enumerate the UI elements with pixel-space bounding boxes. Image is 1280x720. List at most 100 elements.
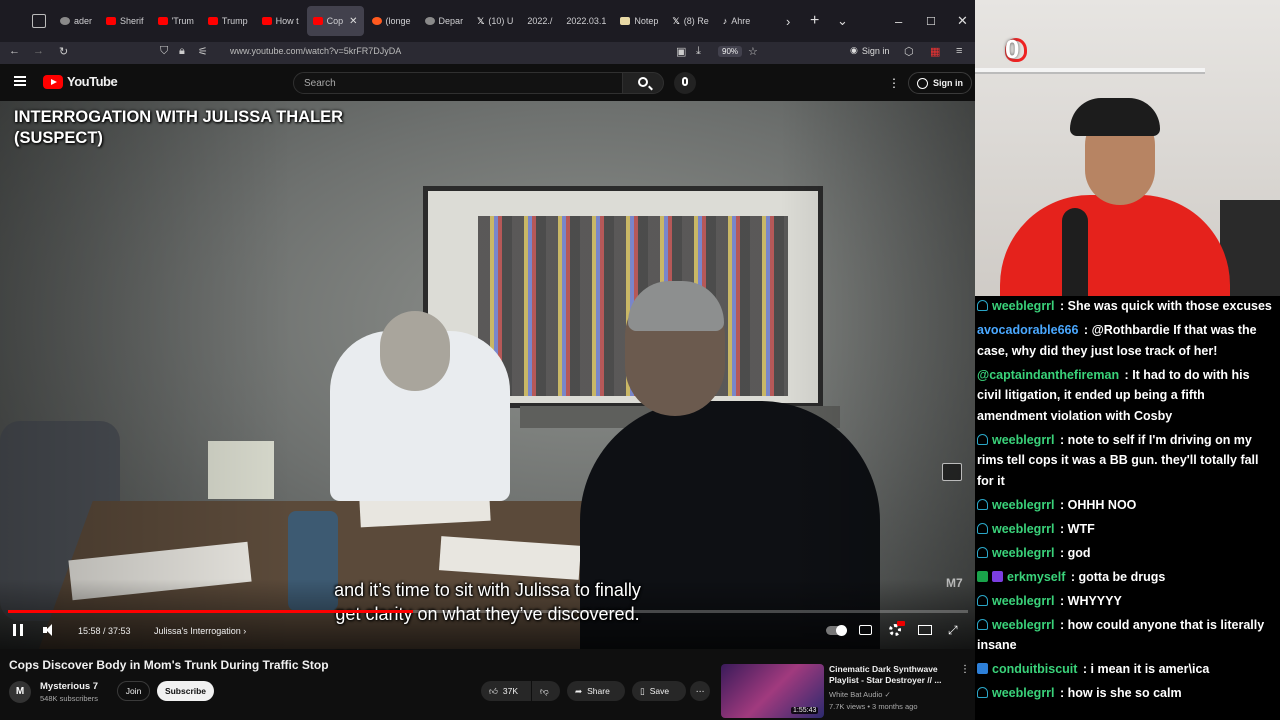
progress-bar[interactable] [8,610,968,613]
user-badge-icon [977,522,988,534]
user-badge-icon [977,300,988,311]
chat-message: weeblegrrl : She was quick with those ex… [977,296,1276,317]
browser-tab[interactable]: Notep [614,6,664,36]
browser-tab[interactable]: 2022.03.1 [560,6,612,36]
pip-icon[interactable]: ▣ [676,45,686,58]
more-actions-button[interactable]: ⋯ [690,681,710,701]
join-button[interactable]: Join [117,681,150,701]
microphone-shape [1062,208,1088,300]
browser-tab[interactable]: 'Trum [152,6,200,36]
pause-icon[interactable] [13,624,23,636]
video-player[interactable]: INTERROGATION WITH JULISSA THALER (SUSPE… [0,101,975,649]
subscribe-button[interactable]: Subscribe [157,681,214,701]
moderator-badge-icon [977,570,988,582]
extensions-icon[interactable]: ⬡ [904,45,914,58]
download-icon[interactable]: ⤓ [696,45,701,58]
chat-username[interactable]: conduitbiscuit [992,662,1077,676]
chat-username[interactable]: @captaindanthefireman [977,368,1119,382]
scroll-tabs-right-icon[interactable]: › [786,0,790,42]
bookmark-star-icon[interactable]: ☆ [748,45,758,58]
chat-separator: : [1079,662,1091,676]
tab-groups-icon[interactable] [32,14,46,28]
menu-icon[interactable]: ≡ [956,45,962,57]
chat-username[interactable]: weeblegrrl [992,522,1055,536]
chapter-button[interactable]: Julissa's Interrogation › [154,626,246,636]
browser-tab[interactable]: Depar [419,6,470,36]
chat-username[interactable]: weeblegrrl [992,594,1055,608]
chat-message: erkmyself : gotta be drugs [977,567,1276,588]
zoom-level[interactable]: 90% [718,46,743,57]
search-button[interactable] [622,72,664,94]
close-window-icon[interactable]: ✕ [957,0,968,42]
screen: ader Sherif 'Trum Trump How t Cop ✕ (longe Depar… [0,0,1280,720]
chat-message: weeblegrrl : how could anyone that is li… [977,615,1276,656]
settings-kebab-icon[interactable]: ⋮ [888,76,900,90]
url-bar[interactable]: www.youtube.com/watch?v=5krFR7DJyDA [230,46,401,56]
channel-avatar[interactable]: M [9,681,31,703]
minimize-icon[interactable]: – [895,0,902,42]
streamer-cap [1070,98,1160,136]
shield-icon[interactable]: ⛉ [160,45,168,58]
chat-separator: : [1056,593,1068,608]
chat-username[interactable]: weeblegrrl [992,546,1055,560]
browser-tab[interactable]: ader [54,6,98,36]
tab-label: 2022./ [527,16,553,26]
recommended-menu-icon[interactable]: ⋮ [960,664,970,675]
chat-username[interactable]: weeblegrrl [992,618,1055,632]
lock-icon[interactable]: 🔒︎ [179,45,185,58]
reload-icon[interactable]: ↻ [59,45,68,58]
browser-sign-in[interactable]: ◉ Sign in [850,45,889,56]
tiktok-favicon-icon: ♪ [722,16,728,26]
miniplayer-icon[interactable] [942,463,962,481]
dislike-button[interactable]: 👎︎ [532,681,560,701]
save-playlist-icon: ▯ [640,685,645,696]
browser-tab[interactable]: Cop ✕ [306,6,364,36]
youtube-logo-text: YouTube [67,74,118,89]
browser-tab[interactable]: How t [256,6,305,36]
back-icon[interactable]: ← [9,45,20,57]
captions-icon[interactable] [859,625,872,635]
chat-username[interactable]: weeblegrrl [992,686,1055,700]
browser-tab[interactable]: 𝕏 (10) U [471,6,519,36]
autoplay-toggle[interactable] [826,625,847,636]
recommended-title[interactable]: Cinematic Dark Synthwave Playlist - Star… [829,664,954,686]
shelf-shape [975,68,1205,74]
volume-icon[interactable] [43,624,57,636]
recommended-channel[interactable]: White Bat Audio ✓ [829,690,891,699]
tab-label: Depar [438,16,464,26]
youtube-favicon-icon [207,17,218,25]
extension-badge-icon[interactable]: ▦ [930,45,940,58]
browser-tab[interactable]: (longe [366,6,417,36]
browser-tab[interactable]: Trump [202,6,254,36]
theater-mode-icon[interactable] [918,625,932,635]
chat-username[interactable]: weeblegrrl [992,498,1055,512]
youtube-logo[interactable]: YouTube [43,74,118,89]
forward-icon[interactable]: → [33,45,44,57]
permissions-icon[interactable]: ⚟ [198,45,208,58]
chat-username[interactable]: avocadorable666 [977,323,1078,337]
browser-tab[interactable]: Sherif [100,6,150,36]
hamburger-menu-icon[interactable] [14,76,26,86]
list-all-tabs-icon[interactable]: ⌄ [837,0,848,42]
chat-username[interactable]: weeblegrrl [992,299,1055,313]
chat-username[interactable]: erkmyself [1007,570,1065,584]
youtube-sign-in-button[interactable]: Sign in [908,72,972,94]
browser-tab[interactable]: ♪ Ahre [717,6,757,36]
browser-tab[interactable]: 2022./ [521,6,558,36]
like-button[interactable]: 👍︎ 37K [481,681,531,701]
fullscreen-icon[interactable]: ⤢ [948,623,958,638]
chat-username[interactable]: weeblegrrl [992,433,1055,447]
channel-name[interactable]: Mysterious 7 [40,681,98,692]
subscriber-badge-icon [992,570,1003,582]
tab-label: Cop [326,16,344,26]
new-tab-icon[interactable]: + [810,0,819,42]
close-tab-icon[interactable]: ✕ [349,16,357,27]
subscriber-count: 548K subscribers [40,694,98,703]
voice-search-button[interactable] [674,72,696,94]
maximize-icon[interactable]: ☐ [926,0,936,42]
tab-label: 2022.03.1 [566,16,607,26]
save-button[interactable]: ▯ Save [632,681,686,701]
browser-tab[interactable]: 𝕏 (8) Re [666,6,714,36]
search-input[interactable]: Search [293,72,623,94]
share-button[interactable]: ➦ Share [567,681,625,701]
